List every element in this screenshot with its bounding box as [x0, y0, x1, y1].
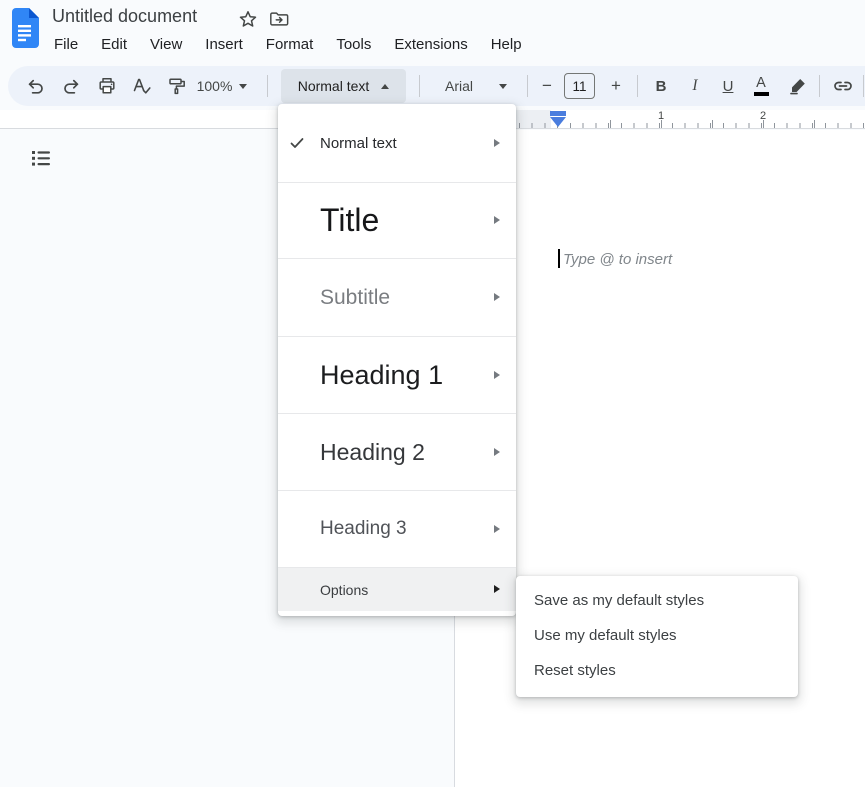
menu-item-normal-text[interactable]: Normal text [278, 104, 516, 182]
text-color-button[interactable]: A [748, 66, 774, 106]
menu-tools[interactable]: Tools [334, 35, 373, 54]
chevron-down-icon [239, 84, 247, 89]
toolbar-separator [863, 75, 864, 97]
google-docs-window: Untitled document File Edit View Insert … [0, 0, 865, 787]
styles-select[interactable]: Normal text [281, 69, 406, 103]
menu-item-label: Subtitle [320, 286, 390, 310]
redo-button[interactable] [57, 66, 85, 106]
menu-edit[interactable]: Edit [99, 35, 129, 54]
ruler-inch-label: 2 [760, 110, 766, 122]
move-to-folder-icon[interactable] [269, 9, 289, 29]
left-indent-marker[interactable] [550, 117, 566, 127]
first-line-indent-marker[interactable] [550, 111, 566, 116]
zoom-select[interactable]: 100% [191, 66, 253, 106]
paint-format-button[interactable] [162, 66, 192, 106]
menu-item-options[interactable]: Options [278, 568, 516, 611]
show-outline-icon[interactable] [29, 146, 53, 170]
text-cursor [558, 249, 560, 268]
underline-button[interactable]: U [715, 66, 741, 106]
bold-button[interactable]: B [648, 66, 674, 106]
increase-font-size-button[interactable]: + [604, 66, 628, 106]
zoom-value: 100% [197, 78, 233, 94]
menu-item-heading-1[interactable]: Heading 1 [278, 337, 516, 413]
submenu-arrow-icon [494, 525, 500, 533]
toolbar-separator [267, 75, 268, 97]
toolbar-separator [637, 75, 638, 97]
menu-item-label: Title [320, 202, 379, 239]
options-submenu: Save as my default styles Use my default… [516, 576, 798, 697]
styles-value: Normal text [298, 78, 370, 94]
print-button[interactable] [92, 66, 122, 106]
menu-item-label: Normal text [320, 135, 397, 152]
toolbar-separator [419, 75, 420, 97]
styles-dropdown-menu: Normal text Title Subtitle Heading 1 Hea… [278, 104, 516, 616]
font-size-input[interactable]: 11 [564, 73, 595, 99]
ruler-inch-label: 1 [658, 110, 664, 122]
insert-link-button[interactable] [829, 66, 857, 106]
decrease-font-size-button[interactable]: − [536, 66, 558, 106]
submenu-item-save-default-styles[interactable]: Save as my default styles [516, 583, 798, 618]
menu-insert[interactable]: Insert [203, 35, 245, 54]
submenu-arrow-icon [494, 216, 500, 224]
submenu-item-reset-styles[interactable]: Reset styles [516, 653, 798, 688]
toolbar-separator [527, 75, 528, 97]
menu-bar: File Edit View Insert Format Tools Exten… [52, 35, 524, 54]
spellcheck-button[interactable] [127, 66, 157, 106]
text-color-swatch [754, 92, 769, 96]
docs-logo-icon[interactable] [9, 8, 39, 48]
font-select[interactable]: Arial [432, 66, 520, 106]
italic-button[interactable]: I [682, 66, 708, 106]
ruler-half-ticks [610, 120, 865, 128]
menu-item-label: Heading 2 [320, 439, 425, 466]
menu-item-label: Options [320, 582, 368, 598]
text-color-glyph: A [756, 76, 766, 91]
menu-extensions[interactable]: Extensions [392, 35, 469, 54]
submenu-arrow-icon [494, 585, 500, 593]
menu-item-title[interactable]: Title [278, 183, 516, 258]
star-icon[interactable] [238, 9, 258, 29]
font-value: Arial [445, 78, 473, 94]
menu-help[interactable]: Help [489, 35, 524, 54]
checkmark-icon [289, 135, 305, 151]
menu-item-label: Heading 1 [320, 360, 443, 391]
submenu-arrow-icon [494, 448, 500, 456]
submenu-arrow-icon [494, 139, 500, 147]
insert-placeholder-text: Type @ to insert [563, 251, 672, 268]
toolbar-separator [819, 75, 820, 97]
submenu-arrow-icon [494, 293, 500, 301]
undo-button[interactable] [22, 66, 50, 106]
document-title[interactable]: Untitled document [52, 6, 197, 27]
menu-item-heading-3[interactable]: Heading 3 [278, 491, 516, 567]
menu-item-heading-2[interactable]: Heading 2 [278, 414, 516, 490]
submenu-arrow-icon [494, 371, 500, 379]
submenu-item-use-default-styles[interactable]: Use my default styles [516, 618, 798, 653]
menu-item-subtitle[interactable]: Subtitle [278, 259, 516, 336]
menu-file[interactable]: File [52, 35, 80, 54]
chevron-up-icon [381, 84, 389, 89]
menu-format[interactable]: Format [264, 35, 316, 54]
menu-item-label: Heading 3 [320, 518, 407, 540]
toolbar: 100% Normal text Arial − 11 + B I U A [8, 66, 865, 106]
menu-view[interactable]: View [148, 35, 184, 54]
chevron-down-icon [499, 84, 507, 89]
highlight-color-button[interactable] [785, 66, 811, 106]
